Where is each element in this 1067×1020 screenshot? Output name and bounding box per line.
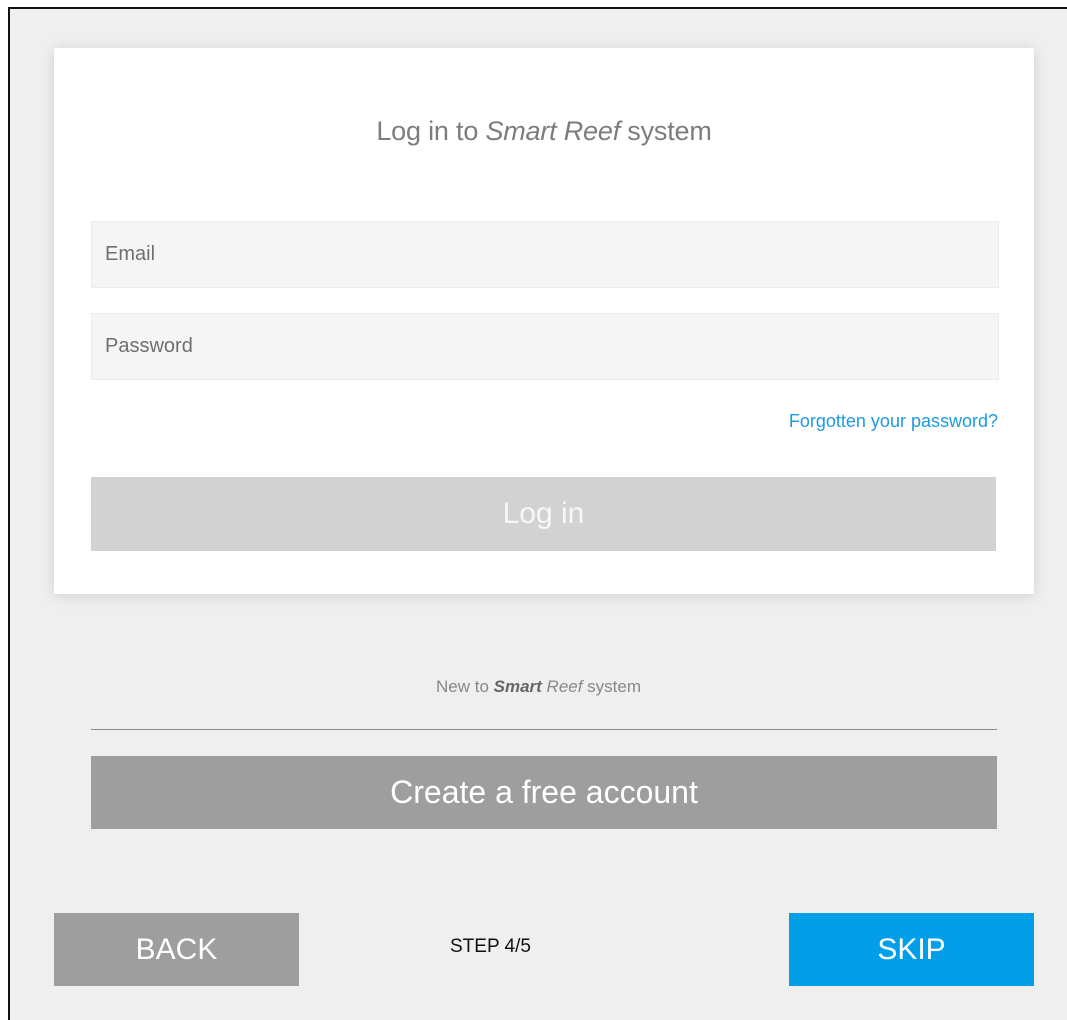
forgot-password-link[interactable]: Forgotten your password?	[789, 411, 998, 432]
login-title: Log in to Smart Reef system	[54, 116, 1034, 147]
app-frame: Log in to Smart Reef system Forgotten yo…	[8, 7, 1067, 1020]
login-card: Log in to Smart Reef system Forgotten yo…	[54, 48, 1034, 594]
skip-button[interactable]: SKIP	[789, 913, 1034, 986]
new-to-brand-strong: Smart	[493, 677, 542, 696]
password-field[interactable]	[91, 313, 999, 380]
new-to-text: New to Smart Reef system	[10, 677, 1067, 697]
back-button[interactable]: BACK	[54, 913, 299, 986]
new-to-prefix: New to	[435, 677, 494, 696]
step-indicator: STEP 4/5	[450, 936, 531, 957]
login-title-prefix: Log in to	[376, 116, 486, 146]
divider	[91, 729, 997, 730]
login-title-brand: Smart Reef	[485, 116, 620, 146]
login-title-suffix: system	[620, 116, 712, 146]
new-to-brand-light: Reef	[541, 677, 583, 696]
email-field[interactable]	[91, 221, 999, 288]
new-to-suffix: system	[582, 677, 642, 696]
login-button[interactable]: Log in	[91, 477, 996, 551]
create-account-button[interactable]: Create a free account	[91, 756, 997, 829]
